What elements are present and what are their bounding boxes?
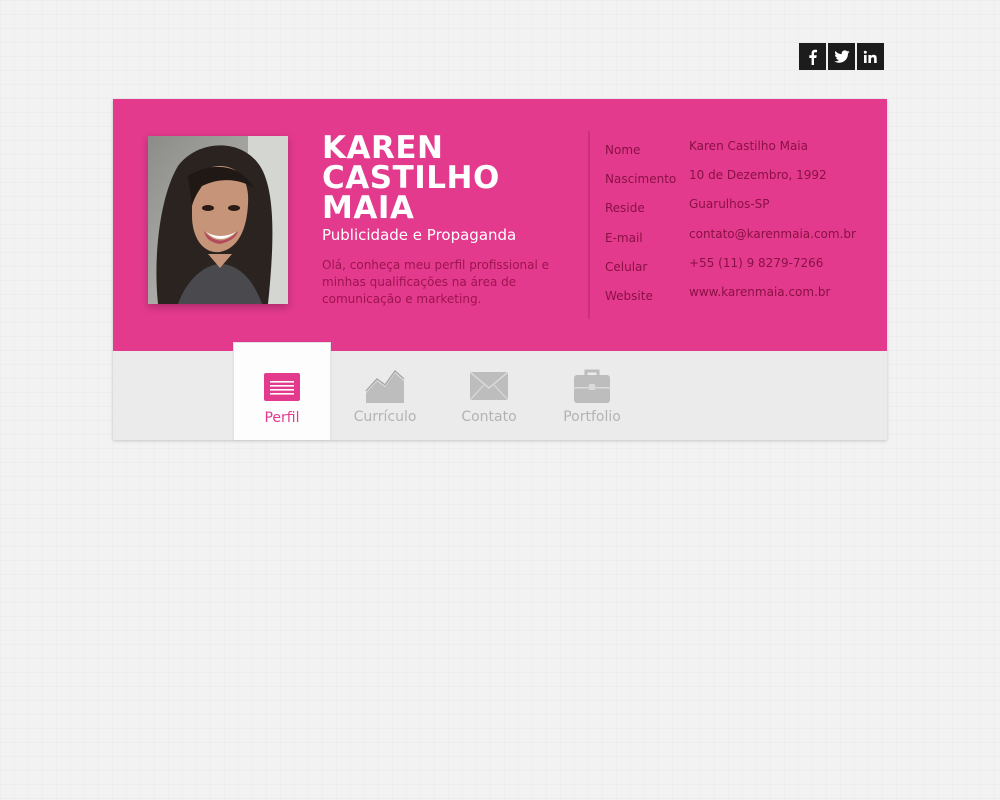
info-value[interactable]: contato@karenmaia.com.br xyxy=(689,227,856,241)
info-label: Celular xyxy=(605,259,648,274)
name-line: CASTILHO xyxy=(322,160,500,196)
info-row-nascimento: Nascimento 10 de Dezembro, 1992 xyxy=(593,164,883,193)
envelope-icon xyxy=(470,369,508,403)
info-row-nome: Nome Karen Castilho Maia xyxy=(593,135,883,164)
info-value: Karen Castilho Maia xyxy=(689,139,808,153)
facebook-icon[interactable] xyxy=(799,43,826,70)
tab-label: Currículo xyxy=(353,409,417,425)
info-row-celular: Celular +55 (11) 9 8279-7266 xyxy=(593,252,883,281)
briefcase-icon xyxy=(574,369,610,403)
profile-icon xyxy=(264,370,300,404)
tab-curriculo[interactable]: Currículo xyxy=(336,351,434,440)
info-label: Nome xyxy=(605,143,641,157)
info-label: Website xyxy=(605,288,653,303)
info-list: Nome Karen Castilho Maia Nascimento 10 d… xyxy=(593,135,883,310)
name-line: KAREN xyxy=(322,130,444,166)
tab-perfil[interactable]: Perfil xyxy=(233,342,331,440)
info-label: Reside xyxy=(605,201,645,216)
info-value: 10 de Dezembro, 1992 xyxy=(689,168,827,183)
tab-label: Perfil xyxy=(264,410,300,426)
profile-profession: Publicidade e Propaganda xyxy=(322,226,517,244)
tab-label: Contato xyxy=(461,409,517,425)
twitter-icon[interactable] xyxy=(828,43,855,70)
chart-icon xyxy=(365,369,405,403)
header-divider xyxy=(588,131,590,319)
social-links xyxy=(799,43,884,70)
profile-intro: Olá, conheça meu perfil profissional e m… xyxy=(322,258,550,306)
info-value: +55 (11) 9 8279-7266 xyxy=(689,255,824,270)
linkedin-icon[interactable] xyxy=(857,43,884,70)
profile-name: KAREN CASTILHO MAIA xyxy=(322,130,582,226)
tab-portfolio[interactable]: Portfolio xyxy=(543,351,641,440)
profile-photo xyxy=(148,136,288,304)
info-row-website: Website www.karenmaia.com.br xyxy=(593,281,883,310)
profile-card: KAREN CASTILHO MAIA Publicidade e Propag… xyxy=(113,99,887,440)
profile-header: KAREN CASTILHO MAIA Publicidade e Propag… xyxy=(113,99,887,351)
name-line: MAIA xyxy=(322,190,415,226)
info-row-reside: Reside Guarulhos-SP xyxy=(593,193,883,222)
info-label: Nascimento xyxy=(605,172,677,187)
info-label: E-mail xyxy=(605,230,643,245)
tab-contato[interactable]: Contato xyxy=(440,351,538,440)
section-nav: Perfil Currículo Contato Portfolio xyxy=(113,342,887,440)
info-value: Guarulhos-SP xyxy=(689,197,770,212)
info-value[interactable]: www.karenmaia.com.br xyxy=(689,285,830,299)
info-row-email: E-mail contato@karenmaia.com.br xyxy=(593,223,883,252)
tab-label: Portfolio xyxy=(563,409,621,425)
